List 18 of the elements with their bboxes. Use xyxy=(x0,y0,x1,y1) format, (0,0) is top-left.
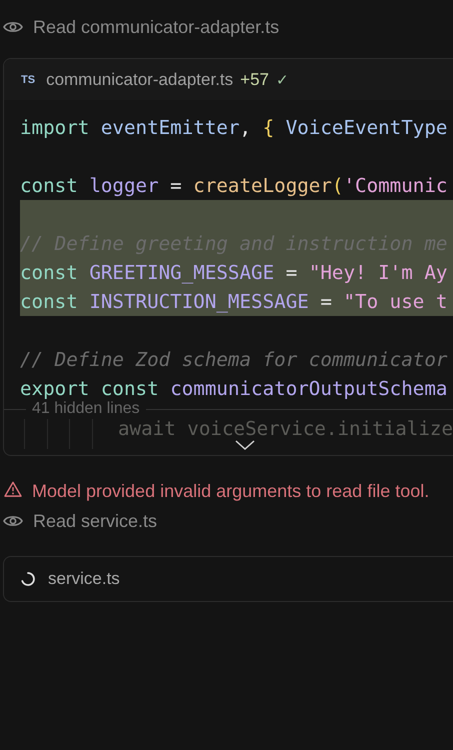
eye-icon xyxy=(3,20,23,34)
error-message: Model provided invalid arguments to read file tool. xyxy=(32,480,430,503)
chevron-down-icon[interactable] xyxy=(235,440,255,450)
code-line: export const communicatorOutputSchema xyxy=(19,376,448,401)
additions-count: +57 xyxy=(240,70,269,90)
read-label: Read service.ts xyxy=(33,510,158,532)
file-name[interactable]: communicator-adapter.ts xyxy=(46,70,234,90)
ts-label: TS xyxy=(21,74,36,86)
code-line: import eventEmitter, { VoiceEventType xyxy=(19,115,448,141)
check-mark: ✓ xyxy=(276,70,289,88)
file-name[interactable]: service.ts xyxy=(48,569,120,589)
read-label: Read communicator-adapter.ts xyxy=(33,16,280,38)
eye-icon xyxy=(3,514,23,528)
code-line: // Define Zod schema for communicator xyxy=(19,347,448,373)
spinner-icon xyxy=(20,571,36,587)
code-line: const logger = createLogger('Communic xyxy=(19,173,448,199)
code-line: await voiceService.initialize xyxy=(118,419,453,439)
warning-icon xyxy=(4,481,22,497)
